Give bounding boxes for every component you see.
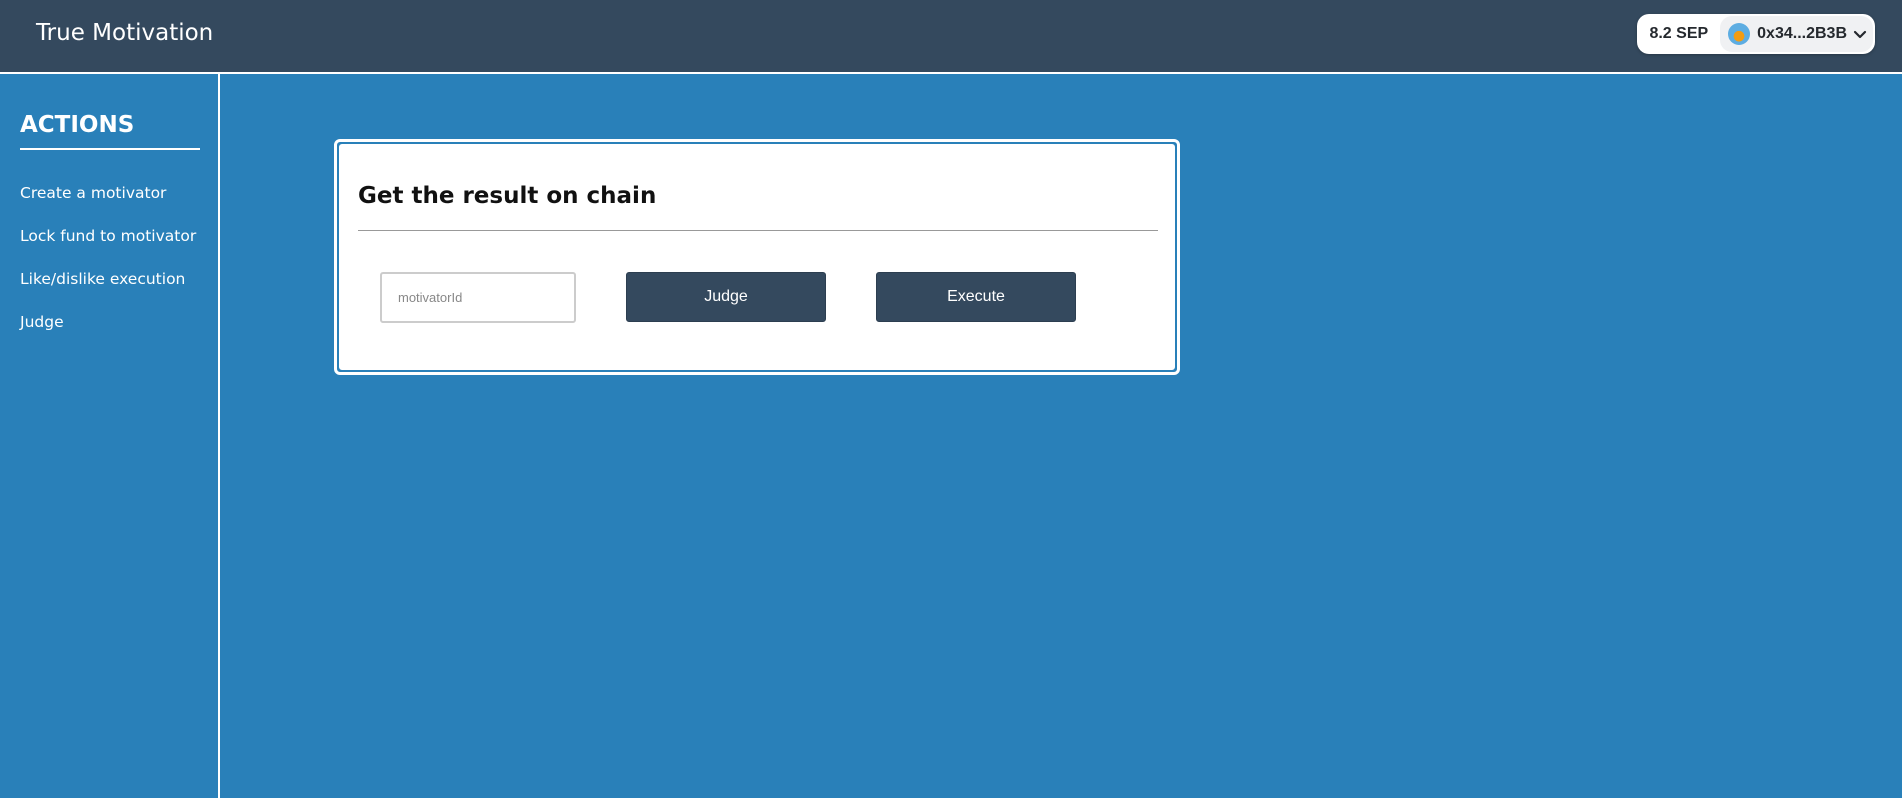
chevron-down-icon (1853, 30, 1867, 39)
card-divider (358, 230, 1158, 231)
sidebar-item-judge[interactable]: Judge (20, 313, 64, 331)
execute-button[interactable]: Execute (876, 272, 1076, 322)
top-navbar: True Motivation 8.2 SEP 0x34...2B3B (0, 0, 1902, 74)
card-title: Get the result on chain (358, 183, 657, 209)
motivator-id-input[interactable] (380, 272, 576, 323)
card-border (338, 143, 1176, 371)
network-avatar-icon (1728, 23, 1751, 45)
sidebar-item-like-dislike[interactable]: Like/dislike execution (20, 270, 185, 288)
account-button[interactable]: 0x34...2B3B (1720, 16, 1873, 52)
wallet-balance[interactable]: 8.2 SEP (1637, 25, 1720, 43)
judge-button[interactable]: Judge (626, 272, 826, 322)
sidebar-item-create-motivator[interactable]: Create a motivator (20, 184, 166, 202)
result-card: Get the result on chain Judge Execute (334, 139, 1180, 375)
app-title: True Motivation (36, 20, 214, 46)
wallet-connect-widget: 8.2 SEP 0x34...2B3B (1637, 14, 1875, 54)
sidebar: ACTIONS Create a motivator Lock fund to … (0, 74, 220, 798)
account-address: 0x34...2B3B (1757, 25, 1847, 42)
sidebar-heading: ACTIONS (20, 112, 200, 150)
sidebar-item-lock-fund[interactable]: Lock fund to motivator (20, 227, 196, 245)
